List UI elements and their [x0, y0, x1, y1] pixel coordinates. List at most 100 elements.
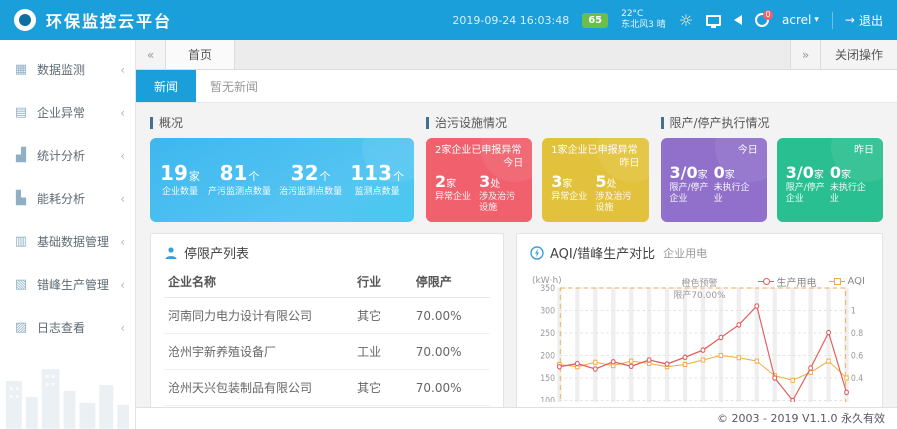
person-icon [164, 246, 178, 260]
chart-area: (kW·h) 橙色预警 限产70.00% 生产用电 [530, 276, 869, 402]
stat-label: 异常企业 [551, 192, 595, 203]
main-area: « 首页 » 关闭操作 新闻 暂无新闻 概况 19家 [136, 40, 897, 429]
sidebar-item-label: 能耗分析 [37, 190, 85, 207]
speaker-icon[interactable] [734, 15, 742, 25]
temperature-text: 22°C [621, 9, 666, 20]
close-operations-button[interactable]: 关闭操作 [820, 40, 897, 69]
tabs-scroll-right-button[interactable]: » [790, 40, 820, 69]
svg-text:300: 300 [540, 305, 555, 316]
stat-unit: 家 [814, 170, 824, 181]
sidebar-item-offpeak-production[interactable]: ▧ 错峰生产管理 ‹ [0, 263, 135, 306]
dashboard-content: 概况 19家 企业数量 81个 产污监测点数量 32个 治 [136, 103, 897, 423]
monitor-icon[interactable] [706, 15, 721, 26]
stat-value: 3 [551, 172, 562, 191]
table-row: 沧州天兴包装制品有限公司 其它 70.00% [164, 370, 490, 406]
sidebar-item-label: 统计分析 [37, 147, 85, 164]
stoplist-title: 停限产列表 [184, 243, 249, 262]
copyright-text: © 2003 - 2019 V1.1.0 永久有效 [717, 412, 885, 425]
aqi-badge: 65 [582, 13, 608, 28]
sidebar-item-statistics[interactable]: ▟ 统计分析 ‹ [0, 134, 135, 177]
col-header-industry: 行业 [353, 266, 412, 298]
tab-no-news[interactable]: 暂无新闻 [196, 70, 272, 102]
stat-unit: 处 [607, 179, 617, 190]
news-tabs: 新闻 暂无新闻 [136, 70, 897, 103]
stat-facilities-involved: 5处 涉及治污设施 [595, 172, 639, 215]
sidebar: ▦ 数据监测 ‹ ▤ 企业异常 ‹ ▟ 统计分析 ‹ ▙ 能耗分析 ‹ ▥ 基础… [0, 40, 136, 429]
grid-icon: ▦ [14, 62, 28, 77]
stat-value: 2 [435, 172, 446, 191]
city-skyline-decoration [0, 343, 135, 429]
stat-value: 3/0 [786, 163, 814, 182]
stat-value: 5 [595, 172, 606, 191]
tab-news[interactable]: 新闻 [136, 70, 196, 102]
legend-label: AQI [848, 276, 866, 287]
notification-icon[interactable]: 0 [755, 13, 769, 27]
card-header: 2家企业已申报异常 [435, 144, 523, 157]
notification-count: 0 [763, 10, 773, 20]
tab-strip: « 首页 » 关闭操作 [136, 40, 897, 70]
stat-label: 企业数量 [160, 187, 200, 199]
col-header-limit: 停限产 [412, 266, 490, 298]
svg-text:200: 200 [540, 350, 555, 361]
logout-icon: → [845, 13, 855, 27]
stat-value: 81 [220, 161, 248, 185]
legend-label: 生产用电 [777, 274, 817, 289]
sidebar-item-data-monitoring[interactable]: ▦ 数据监测 ‹ [0, 48, 135, 91]
cell-industry: 其它 [353, 298, 412, 334]
tab-home[interactable]: 首页 [166, 40, 235, 69]
sidebar-item-energy-analysis[interactable]: ▙ 能耗分析 ‹ [0, 177, 135, 220]
stat-limited-enterprises: 3/0家 限产/停产企业 [786, 163, 830, 206]
cell-limit: 70.00% [412, 370, 490, 406]
app-root: 环保监控云平台 2019-09-24 16:03:48 65 22°C 东北风3… [0, 0, 897, 429]
pollution-section: 治污设施情况 2家企业已申报异常 今日 2家 异常企业 [426, 114, 649, 222]
sidebar-item-label: 错峰生产管理 [37, 276, 109, 293]
stat-label: 涉及治污设施 [479, 192, 523, 215]
tabstrip-spacer [235, 40, 790, 69]
svg-text:1: 1 [851, 305, 856, 316]
logout-label: 退出 [859, 12, 883, 29]
svg-text:250: 250 [540, 327, 555, 338]
section-title: 治污设施情况 [426, 114, 649, 131]
legend-item-aqi[interactable]: AQI [829, 274, 866, 289]
database-icon: ▥ [14, 234, 28, 249]
production-title: 限产/停产执行情况 [670, 114, 770, 131]
stoplist-panel: 停限产列表 企业名称 行业 停限产 河南同力电力设计有限公司 [150, 233, 504, 423]
svg-text:150: 150 [540, 372, 555, 383]
overview-title: 概况 [159, 114, 183, 131]
sidebar-item-enterprise-abnormal[interactable]: ▤ 企业异常 ‹ [0, 91, 135, 134]
chevron-down-icon: ▾ [814, 15, 819, 25]
chart-title-row: AQI/错峰生产对比 企业用电 [530, 243, 869, 262]
sidebar-item-base-data[interactable]: ▥ 基础数据管理 ‹ [0, 220, 135, 263]
cell-enterprise: 河南同力电力设计有限公司 [164, 298, 353, 334]
building-icon: ▤ [14, 105, 28, 120]
stat-unit: 家 [725, 170, 735, 181]
cell-industry: 其它 [353, 370, 412, 406]
card-day-label: 今日 [670, 144, 758, 157]
stat-unit: 个 [393, 170, 404, 183]
stat-unit: 家 [446, 179, 456, 190]
table-row: 沧州宇新养殖设备厂 工业 70.00% [164, 334, 490, 370]
chevron-left-icon: ‹ [120, 149, 125, 163]
col-header-enterprise: 企业名称 [164, 266, 353, 298]
stat-label: 产污监测点数量 [208, 187, 271, 199]
logout-button[interactable]: → 退出 [832, 12, 883, 29]
tabs-scroll-left-button[interactable]: « [136, 40, 166, 69]
chart-title: AQI/错峰生产对比 [550, 243, 655, 262]
cell-enterprise: 沧州天兴包装制品有限公司 [164, 370, 353, 406]
lightning-circle-icon [530, 246, 544, 260]
card-day-label: 昨日 [786, 144, 874, 157]
stat-noncompliant-enterprises: 0家 未执行企业 [714, 163, 758, 206]
sidebar-item-label: 基础数据管理 [37, 233, 109, 250]
chevron-left-icon: ‹ [120, 321, 125, 335]
logo-icon [14, 9, 36, 31]
header-toolbar: 2019-09-24 16:03:48 65 22°C 东北风3 晴 ☼ 0 a… [452, 9, 883, 32]
user-menu[interactable]: acrel ▾ [782, 13, 819, 27]
cell-industry: 工业 [353, 334, 412, 370]
document-icon: ▨ [14, 320, 28, 335]
legend-item-power[interactable]: 生产用电 [758, 274, 817, 289]
section-title: 限产/停产执行情况 [661, 114, 884, 131]
sidebar-item-label: 企业异常 [37, 104, 85, 121]
chevron-left-icon: ‹ [120, 278, 125, 292]
legend-circle-marker [758, 278, 774, 285]
stat-value: 32 [291, 161, 319, 185]
